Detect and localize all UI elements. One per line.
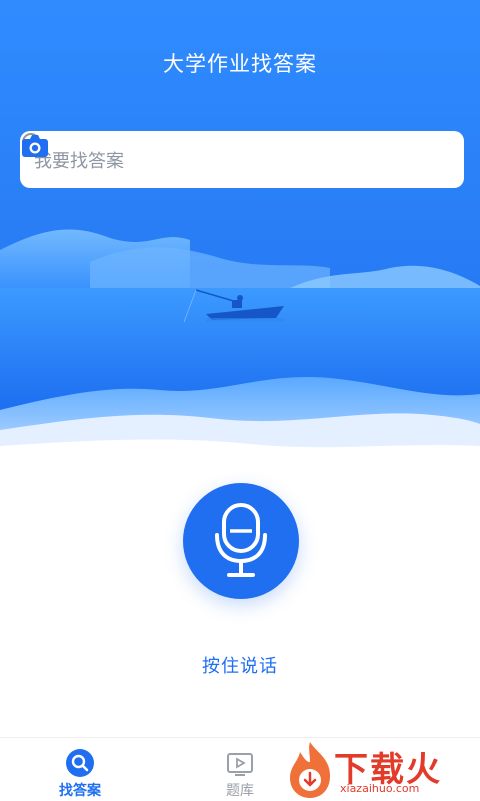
tab-find-answer[interactable]: 找答案 xyxy=(40,738,120,801)
microphone-icon xyxy=(215,503,267,577)
hero-banner: 大学作业找答案 我要找答案 xyxy=(0,0,480,460)
tab-label: 找答案 xyxy=(59,783,101,799)
watermark-logo: 下载火 xiazaihuo.com xyxy=(282,738,478,800)
watermark-site: xiazaihuo.com xyxy=(340,782,420,795)
voice-hint-label: 按住说话 xyxy=(202,656,278,677)
search-bar[interactable]: 我要找答案 xyxy=(20,131,464,188)
page-title: 大学作业找答案 xyxy=(163,52,317,76)
voice-record-button[interactable] xyxy=(183,483,299,599)
tab-question-bank[interactable]: 题库 xyxy=(200,738,280,801)
flame-icon xyxy=(290,742,330,798)
camera-icon[interactable] xyxy=(20,131,50,161)
search-icon xyxy=(66,749,94,777)
play-board-icon xyxy=(227,753,253,776)
tab-label: 题库 xyxy=(226,783,254,799)
search-input[interactable]: 我要找答案 xyxy=(34,147,450,173)
